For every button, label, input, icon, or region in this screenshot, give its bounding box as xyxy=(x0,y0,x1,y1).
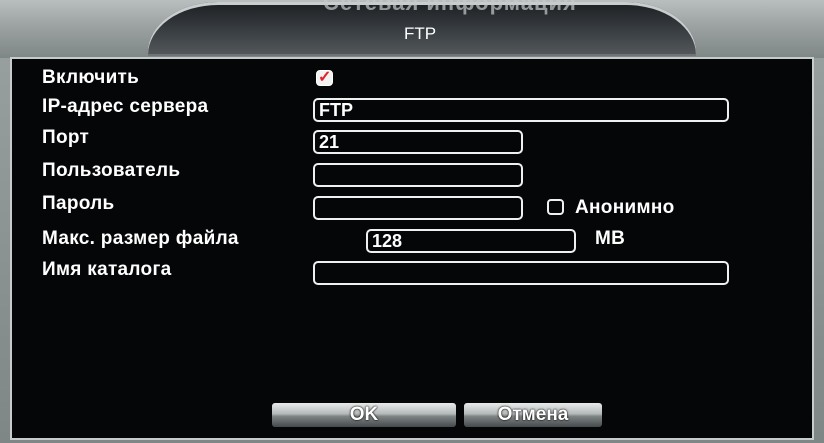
max-file-size-label: Макс. размер файла xyxy=(42,228,239,249)
user-field[interactable] xyxy=(313,163,523,187)
title-bar: Сетевая информация FTP xyxy=(0,0,824,58)
port-label: Порт xyxy=(42,127,90,148)
checkmark-icon: ✓ xyxy=(318,69,332,86)
cancel-button[interactable]: Отмена xyxy=(464,403,602,427)
ftp-settings-window: Сетевая информация FTP Включить ✓ IP-адр… xyxy=(0,0,824,443)
directory-label: Имя каталога xyxy=(42,259,172,280)
ok-button[interactable]: OK xyxy=(272,403,456,427)
directory-field[interactable] xyxy=(313,261,729,285)
window-title: FTP xyxy=(403,24,437,43)
enable-label: Включить xyxy=(42,67,140,88)
anonymous-label: Анонимно xyxy=(575,197,675,218)
server-ip-field[interactable]: FTP xyxy=(313,98,729,122)
server-ip-label: IP-адрес сервера xyxy=(42,96,209,117)
background-window-title: Сетевая информация xyxy=(323,0,577,15)
password-label: Пароль xyxy=(42,193,115,214)
port-field[interactable]: 21 xyxy=(313,130,523,154)
password-field[interactable] xyxy=(313,196,523,220)
enable-checkbox[interactable]: ✓ xyxy=(316,69,333,86)
file-size-unit: MB xyxy=(595,228,626,249)
max-file-size-field[interactable]: 128 xyxy=(366,229,576,253)
anonymous-checkbox[interactable] xyxy=(547,199,564,215)
user-label: Пользователь xyxy=(42,160,181,181)
